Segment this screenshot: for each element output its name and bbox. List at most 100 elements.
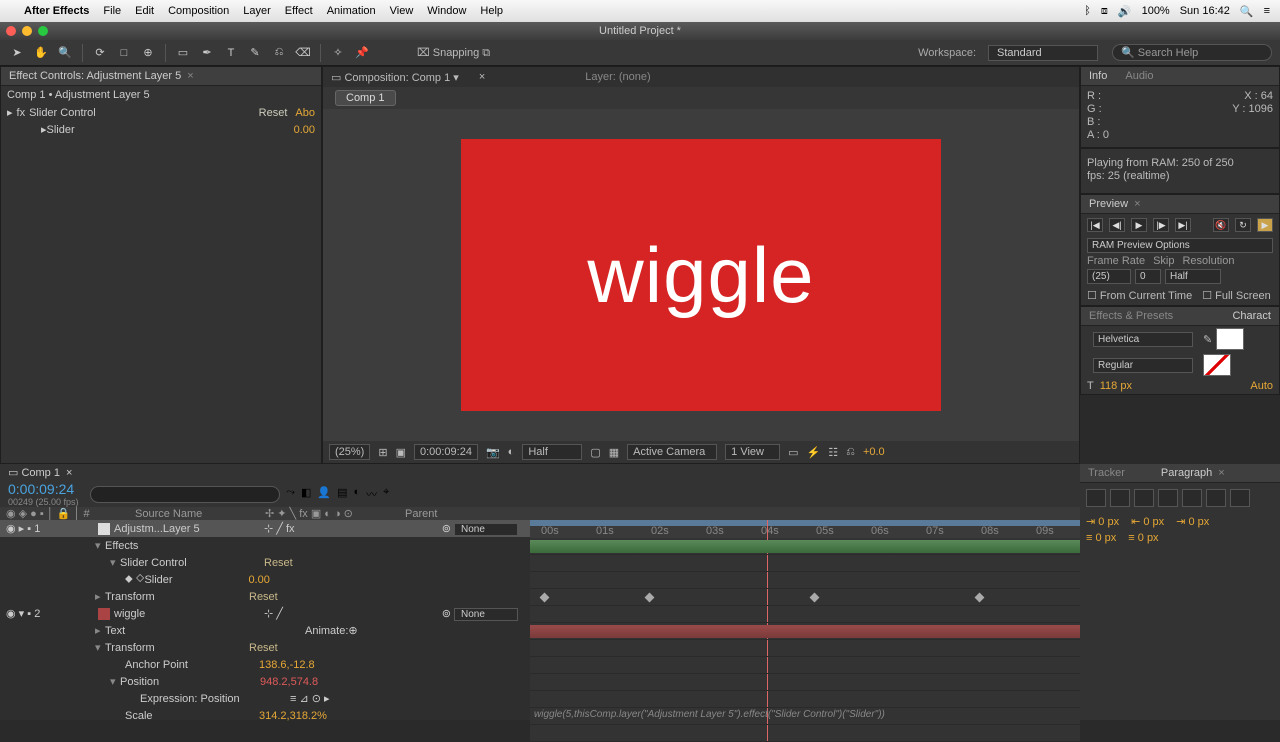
rect-tool-icon[interactable]: ▭ [174, 44, 192, 62]
close-icon[interactable]: × [1134, 198, 1140, 210]
next-frame-button[interactable]: |▶ [1153, 218, 1169, 232]
current-time[interactable]: 0:00:09:24 [414, 444, 478, 460]
effects-presets-tab[interactable]: Effects & Presets [1089, 310, 1173, 322]
time-ruler[interactable]: 00s01s 02s03s 04s05s 06s07s 08s09s [530, 520, 1080, 538]
layer-row-1[interactable]: ◉ ▸ ▪ 1 Adjustm...Layer 5 ⊹ ╱ fx ⊚ None [0, 520, 530, 537]
graph-editor-icon[interactable]: 〰 [366, 486, 377, 502]
transparency-icon[interactable]: ▦ [609, 446, 619, 459]
minimize-window[interactable] [22, 26, 32, 36]
justify-last-center-icon[interactable] [1182, 489, 1202, 507]
ram-preview-button[interactable]: ▶ [1257, 218, 1273, 232]
shy-icon[interactable]: 👤 [317, 486, 331, 502]
clock[interactable]: Sun 16:42 [1180, 5, 1230, 17]
bluetooth-icon[interactable]: ᛒ [1084, 5, 1091, 17]
slider-param-value[interactable]: 0.00 [294, 124, 315, 136]
font-size-value[interactable]: 118 px [1100, 380, 1132, 392]
layer-2-bar[interactable] [530, 625, 1080, 638]
keyframe[interactable] [540, 593, 550, 603]
close-tab-icon[interactable]: × [479, 71, 485, 83]
indent-first[interactable]: 0 px [1143, 516, 1164, 528]
notifications-icon[interactable]: ≡ [1264, 5, 1270, 17]
keyframe[interactable] [809, 593, 819, 603]
close-tab-icon[interactable]: × [187, 70, 193, 82]
layer-2-parent[interactable]: None [454, 608, 518, 621]
effects-group[interactable]: ▾Effects [0, 537, 530, 554]
close-tab-icon[interactable]: × [66, 467, 72, 479]
composition-viewer[interactable]: wiggle [323, 109, 1079, 441]
mask-icon[interactable]: ▣ [396, 446, 406, 459]
comp-mini-flowchart-icon[interactable]: ⤳ [286, 486, 295, 502]
close-icon[interactable]: × [1218, 467, 1224, 479]
roi-icon[interactable]: ▢ [590, 446, 600, 459]
preview-tab[interactable]: Preview [1089, 198, 1128, 210]
roto-tool-icon[interactable]: ✧ [329, 44, 347, 62]
twirl-icon[interactable]: ▸ [7, 106, 13, 119]
stroke-color-swatch[interactable] [1203, 354, 1231, 376]
timeline-search-input[interactable] [90, 486, 280, 503]
menu-layer[interactable]: Layer [243, 5, 271, 17]
fill-color-swatch[interactable] [1216, 328, 1244, 350]
menu-help[interactable]: Help [480, 5, 503, 17]
preview-res-dropdown[interactable]: Half [1165, 269, 1221, 284]
effect-name[interactable]: Slider Control [29, 107, 259, 119]
character-tab[interactable]: Charact [1232, 310, 1271, 322]
col-parent[interactable]: Parent [405, 508, 525, 520]
animate-icon[interactable]: ⊕ [348, 624, 357, 637]
workspace-dropdown[interactable]: Standard [988, 45, 1098, 61]
info-tab[interactable]: Info [1089, 70, 1107, 82]
anchor-point-property[interactable]: Anchor Point138.6,-12.8 [0, 656, 530, 673]
text-group[interactable]: ▸TextAnimate: ⊕ [0, 622, 530, 639]
close-window[interactable] [6, 26, 16, 36]
spotlight-icon[interactable]: 🔍 [1240, 5, 1254, 18]
text-tool-icon[interactable]: T [222, 44, 240, 62]
align-right-icon[interactable] [1134, 489, 1154, 507]
clone-tool-icon[interactable]: ⎌ [270, 44, 288, 62]
justify-all-icon[interactable] [1230, 489, 1250, 507]
justify-last-left-icon[interactable] [1158, 489, 1178, 507]
menu-view[interactable]: View [390, 5, 414, 17]
menu-file[interactable]: File [103, 5, 121, 17]
pen-tool-icon[interactable]: ✒ [198, 44, 216, 62]
eyedropper-icon[interactable]: ✎ [1203, 333, 1212, 346]
slider-control-effect[interactable]: ▾Slider ControlReset [0, 554, 530, 571]
motion-blur-icon[interactable]: ◐ [354, 486, 361, 502]
menu-animation[interactable]: Animation [327, 5, 376, 17]
framerate-dropdown[interactable]: (25) [1087, 269, 1131, 284]
indent-left[interactable]: 0 px [1098, 516, 1119, 528]
volume-icon[interactable]: 🔊 [1118, 5, 1132, 18]
justify-last-right-icon[interactable] [1206, 489, 1226, 507]
effect-about[interactable]: Abo [295, 107, 315, 119]
timeline-timecode[interactable]: 0:00:09:24 [0, 481, 82, 497]
hand-tool-icon[interactable]: ✋ [32, 44, 50, 62]
space-before[interactable]: 0 px [1095, 532, 1116, 544]
search-help-input[interactable]: 🔍 Search Help [1112, 44, 1272, 61]
camera-dropdown[interactable]: Active Camera [627, 444, 717, 460]
keyframe[interactable] [974, 593, 984, 603]
effect-controls-tab[interactable]: Effect Controls: Adjustment Layer 5 [9, 70, 181, 82]
grid-icon[interactable]: ⊞ [378, 446, 387, 459]
menu-edit[interactable]: Edit [135, 5, 154, 17]
flowchart-icon[interactable]: ⎌ [846, 446, 855, 459]
play-button[interactable]: ▶ [1131, 218, 1147, 232]
magnification-dropdown[interactable]: (25%) [329, 444, 370, 460]
effect-reset[interactable]: Reset [259, 107, 288, 119]
font-weight-dropdown[interactable]: Regular [1093, 358, 1193, 373]
space-after[interactable]: 0 px [1138, 532, 1159, 544]
col-source-name[interactable]: Source Name [135, 508, 265, 520]
last-frame-button[interactable]: ▶| [1175, 218, 1191, 232]
view-dropdown[interactable]: 1 View [725, 444, 780, 460]
zoom-window[interactable] [38, 26, 48, 36]
wifi-icon[interactable]: ⧈ [1101, 5, 1108, 18]
timeline-tracks[interactable]: 00s01s 02s03s 04s05s 06s07s 08s09s [530, 520, 1080, 742]
anchor-tool-icon[interactable]: ⊕ [139, 44, 157, 62]
first-frame-button[interactable]: |◀ [1087, 218, 1103, 232]
layer-row-2[interactable]: ◉ ▾ ▪ 2 wiggle ⊹ ╱ ⊚ None [0, 605, 530, 622]
camera-tool-icon[interactable]: □ [115, 44, 133, 62]
layer-2-name[interactable]: wiggle [114, 608, 264, 620]
keyframe[interactable] [644, 593, 654, 603]
snapping-toggle[interactable]: ⌧ Snapping ⧉ [417, 46, 490, 60]
paragraph-tab[interactable]: Paragraph [1161, 467, 1212, 479]
mute-button[interactable]: 🔇 [1213, 218, 1229, 232]
channels-icon[interactable]: ◐ [508, 446, 515, 458]
composition-tab[interactable]: ▭ Composition: Comp 1 ▾ [331, 71, 459, 84]
